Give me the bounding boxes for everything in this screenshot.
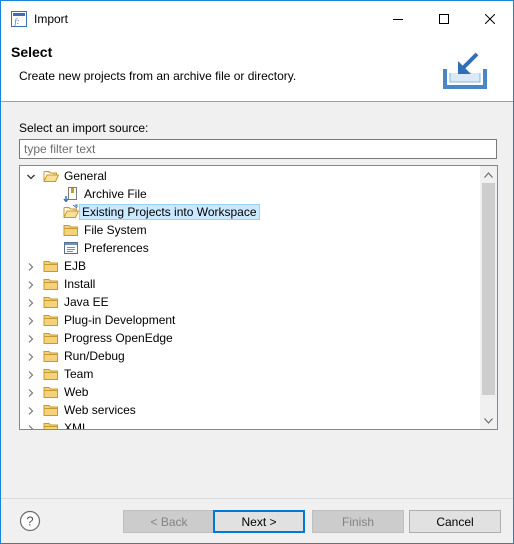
close-button[interactable]: [467, 1, 513, 37]
wizard-banner: Select Create new projects from an archi…: [1, 37, 513, 102]
svg-text:f:: f:: [15, 17, 20, 26]
existing-projects-icon: [63, 204, 80, 220]
tree-item-label: Progress OpenEdge: [64, 331, 173, 345]
folder-icon: [43, 384, 59, 400]
tree-item-label: Team: [64, 367, 94, 381]
tree-item-label: XML: [64, 421, 89, 430]
tree-item-label: EJB: [64, 259, 87, 273]
chevron-right-icon[interactable]: [26, 261, 36, 271]
chevron-right-icon[interactable]: [26, 351, 36, 361]
tree-item-run-debug[interactable]: Run/Debug: [20, 347, 480, 365]
preferences-icon: [63, 240, 79, 256]
vertical-scrollbar[interactable]: [480, 166, 497, 429]
tree-item-existing-projects-into-workspace[interactable]: Existing Projects into Workspace: [20, 203, 480, 221]
cancel-button[interactable]: Cancel: [409, 510, 501, 533]
folder-open-icon: [43, 168, 60, 184]
scroll-down-button[interactable]: [480, 412, 497, 429]
close-icon: [485, 14, 495, 24]
tree-item-ejb[interactable]: EJB: [20, 257, 480, 275]
tree-item-label: Preferences: [84, 241, 149, 255]
tree-item-label: Install: [64, 277, 96, 291]
import-source-label: Select an import source:: [19, 121, 149, 135]
chevron-right-icon[interactable]: [26, 405, 36, 415]
maximize-icon: [439, 14, 449, 24]
tree-item-label: Existing Projects into Workspace: [79, 204, 260, 220]
tree-item-label: Archive File: [84, 187, 147, 201]
tree-item-install[interactable]: Install: [20, 275, 480, 293]
tree-item-web-services[interactable]: Web services: [20, 401, 480, 419]
minimize-icon: [393, 19, 403, 20]
filter-input[interactable]: [19, 139, 497, 159]
tree-item-label: File System: [84, 223, 147, 237]
finish-button[interactable]: Finish: [312, 510, 404, 533]
tree-item-xml[interactable]: XML: [20, 419, 480, 430]
tree-item-file-system[interactable]: File System: [20, 221, 480, 239]
eclipse-app-icon: f:: [11, 11, 27, 27]
tree-item-label: Web: [64, 385, 89, 399]
import-wizard-icon: [443, 52, 487, 89]
tree-item-label: Plug-in Development: [64, 313, 176, 327]
chevron-right-icon[interactable]: [26, 315, 36, 325]
tree-item-label: General: [64, 169, 107, 183]
chevron-right-icon[interactable]: [26, 423, 36, 429]
archive-file-icon: [63, 186, 79, 203]
tree-item-web[interactable]: Web: [20, 383, 480, 401]
tree-item-label: Run/Debug: [64, 349, 125, 363]
folder-icon: [43, 348, 59, 364]
folder-icon: [43, 420, 59, 429]
minimize-button[interactable]: [375, 1, 421, 37]
tree-item-progress-openedge[interactable]: Progress OpenEdge: [20, 329, 480, 347]
page-title: Select: [11, 44, 53, 60]
page-description: Create new projects from an archive file…: [19, 69, 297, 83]
help-icon[interactable]: ?: [19, 510, 41, 532]
chevron-up-icon: [484, 171, 493, 178]
chevron-down-icon: [484, 417, 493, 424]
folder-icon: [43, 258, 59, 274]
chevron-down-icon[interactable]: [26, 171, 36, 181]
tree-item-archive-file[interactable]: Archive File: [20, 185, 480, 203]
next-button[interactable]: Next >: [213, 510, 305, 533]
title-bar[interactable]: f: Import: [1, 1, 513, 37]
chevron-right-icon[interactable]: [26, 297, 36, 307]
tree-item-label: Web services: [64, 403, 136, 417]
footer-divider: [1, 498, 513, 499]
import-dialog: f: Import Select Create new projects fro…: [0, 0, 514, 544]
folder-icon: [43, 330, 59, 346]
folder-icon: [43, 402, 59, 418]
tree-item-team[interactable]: Team: [20, 365, 480, 383]
tree-item-plug-in-development[interactable]: Plug-in Development: [20, 311, 480, 329]
scroll-up-button[interactable]: [480, 166, 497, 183]
chevron-right-icon[interactable]: [26, 369, 36, 379]
window-title: Import: [34, 12, 69, 26]
folder-icon: [43, 276, 59, 292]
chevron-right-icon[interactable]: [26, 333, 36, 343]
svg-text:?: ?: [26, 514, 33, 529]
chevron-right-icon[interactable]: [26, 387, 36, 397]
folder-icon: [43, 366, 59, 382]
tree-item-general[interactable]: General: [20, 167, 480, 185]
back-button[interactable]: < Back: [123, 510, 215, 533]
chevron-right-icon[interactable]: [26, 279, 36, 289]
import-source-tree[interactable]: General Archive File Existing Projects int…: [19, 165, 498, 430]
folder-icon: [43, 294, 59, 310]
tree-item-preferences[interactable]: Preferences: [20, 239, 480, 257]
tree-item-java-ee[interactable]: Java EE: [20, 293, 480, 311]
tree-item-label: Java EE: [64, 295, 109, 309]
folder-icon: [63, 222, 79, 238]
folder-icon: [43, 312, 59, 328]
scrollbar-thumb[interactable]: [482, 183, 495, 395]
maximize-button[interactable]: [421, 1, 467, 37]
